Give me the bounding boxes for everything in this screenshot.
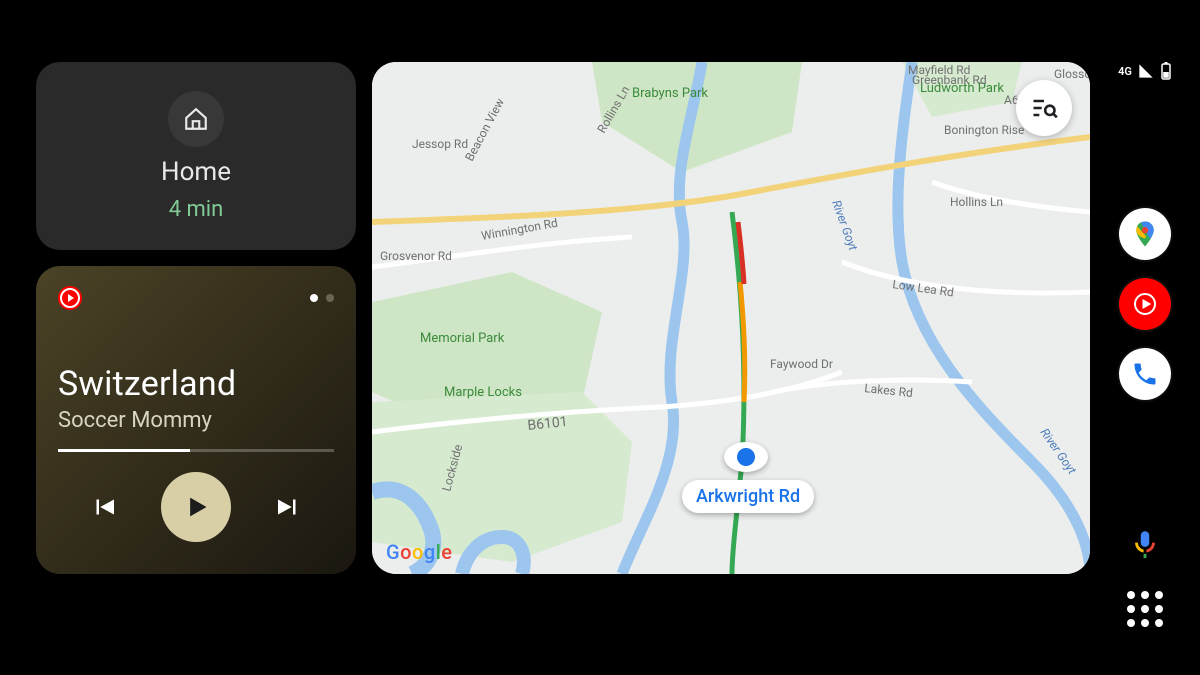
pager-dot [310, 294, 318, 302]
playback-progress-bar[interactable] [58, 449, 334, 452]
youtube-music-icon [58, 286, 82, 310]
phone-icon [1131, 360, 1159, 388]
assistant-button[interactable] [1128, 527, 1162, 565]
skip-previous-icon [89, 492, 119, 522]
track-artist: Soccer Mommy [58, 408, 334, 433]
map-label-faywood: Faywood Dr [770, 357, 833, 371]
rail-app-buttons [1119, 208, 1171, 400]
map-label-glosso: Glosso [1054, 67, 1090, 81]
rail-youtube-music-button[interactable] [1119, 278, 1171, 330]
map-label-marple: Marple Locks [444, 385, 522, 400]
nav-eta-label: 4 min [169, 197, 224, 222]
play-pause-button[interactable] [161, 472, 231, 542]
map-label-jessop: Jessop Rd [412, 137, 468, 151]
android-auto-screen: Home 4 min Switzerland Soccer Mommy [0, 0, 1200, 675]
playback-progress-fill [58, 449, 190, 452]
map-label-greenbank: Greenbank Rd [912, 73, 987, 87]
rail-bottom-controls [1127, 527, 1163, 635]
map-panel[interactable]: Brabyns Park Memorial Park Marple Locks … [372, 62, 1090, 574]
map-label-bonington: Bonington Rise [944, 123, 1024, 137]
nav-destination-label: Home [161, 157, 231, 187]
rail-phone-button[interactable] [1119, 348, 1171, 400]
now-playing-card[interactable]: Switzerland Soccer Mommy [36, 266, 356, 574]
skip-next-icon [273, 492, 303, 522]
google-attribution: Google [386, 540, 453, 564]
card-pager-dots [310, 294, 334, 302]
pager-dot [326, 294, 334, 302]
mic-icon [1128, 527, 1162, 561]
app-launcher-button[interactable] [1127, 591, 1163, 627]
status-bar: 4G [1118, 62, 1172, 80]
list-search-icon [1030, 94, 1058, 122]
playback-controls [58, 472, 334, 542]
current-street-label: Arkwright Rd [696, 486, 800, 507]
google-maps-icon [1130, 219, 1160, 249]
next-track-button[interactable] [273, 492, 303, 522]
rail-maps-button[interactable] [1119, 208, 1171, 260]
map-search-button[interactable] [1016, 80, 1072, 136]
map-label-brabyns: Brabyns Park [632, 86, 708, 101]
battery-icon [1160, 62, 1172, 80]
map-label-hollins: Hollins Ln [950, 195, 1003, 209]
right-rail: 4G [1110, 62, 1180, 635]
map-label-memorial: Memorial Park [420, 331, 505, 346]
home-icon-circle [168, 91, 224, 147]
current-location-marker [724, 442, 768, 472]
previous-track-button[interactable] [89, 492, 119, 522]
youtube-music-icon [1130, 289, 1160, 319]
network-type-label: 4G [1118, 65, 1132, 78]
track-title: Switzerland [58, 364, 334, 404]
home-icon [183, 106, 209, 132]
music-card-header [58, 284, 334, 312]
signal-icon [1138, 63, 1154, 79]
navigation-suggestion-card[interactable]: Home 4 min [36, 62, 356, 250]
left-column: Home 4 min Switzerland Soccer Mommy [36, 62, 356, 574]
map-label-grosvenor: Grosvenor Rd [380, 249, 452, 263]
current-street-pill[interactable]: Arkwright Rd [682, 480, 814, 513]
play-icon [182, 493, 210, 521]
